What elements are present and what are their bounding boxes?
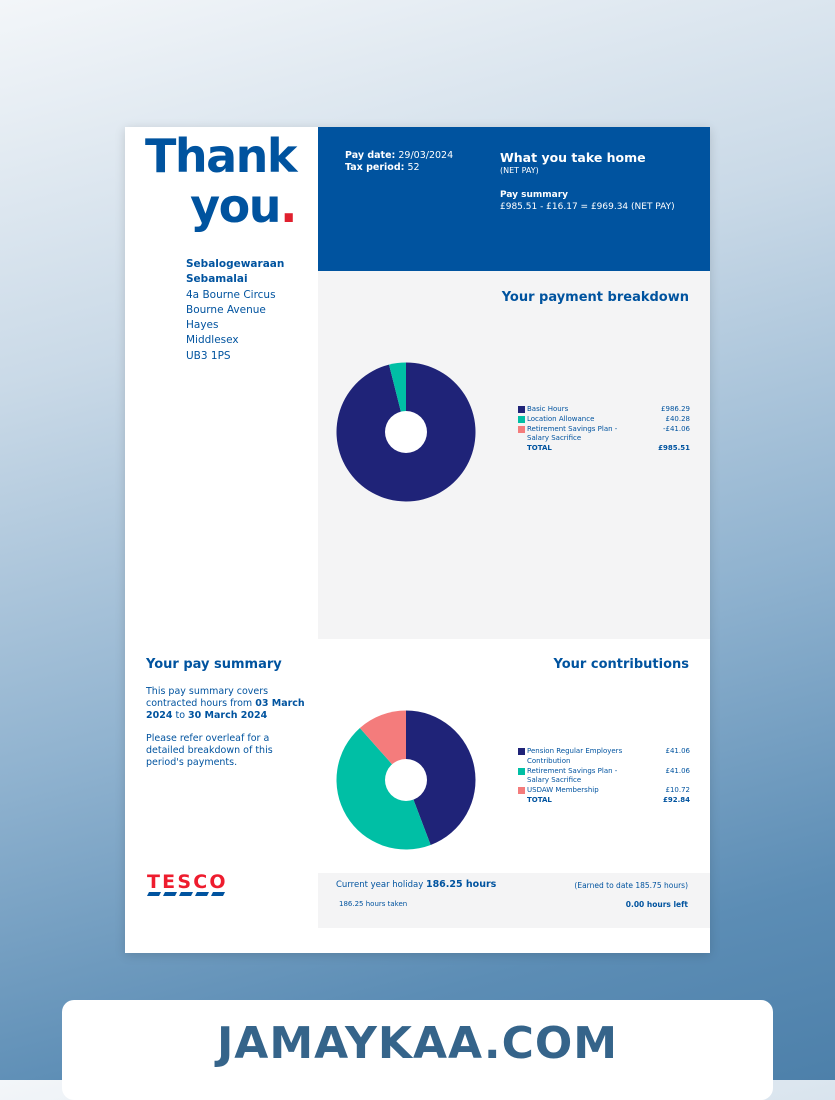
legend-amount: £41.06 (665, 766, 691, 775)
take-home-title: What you take home (500, 150, 646, 165)
holiday-summary-bar: Current year holiday 186.25 hours (Earne… (318, 873, 710, 928)
legend-row: USDAW Membership £10.72 (518, 786, 690, 796)
logo-wordmark: TESCO (147, 871, 226, 893)
legend-label: USDAW Membership (527, 786, 599, 795)
you-text: you (190, 179, 281, 233)
current-holiday-label: Current year holiday (336, 880, 424, 890)
net-pay-header: Pay date: 29/03/2024 Tax period: 52 What… (318, 127, 710, 271)
legend-total-row: TOTAL £92.84 (518, 796, 690, 806)
legend-amount: £40.28 (665, 414, 691, 423)
address-line: Hayes (186, 319, 219, 332)
tax-period-value: 52 (407, 162, 420, 173)
tesco-logo: TESCO (147, 871, 227, 905)
legend-swatch (518, 748, 525, 755)
holiday-left: 0.00 hours left (625, 900, 688, 909)
take-home-block: What you take home (NET PAY) Pay summary… (500, 150, 675, 213)
pay-summary-heading: Your pay summary (146, 657, 282, 672)
legend-total-amount: £985.51 (658, 444, 690, 453)
watermark-banner: JAMAYKAA.COM (62, 1000, 773, 1100)
payslip-document: Thank you. Sebalogewaraan Sebamalai 4a B… (125, 127, 710, 953)
legend-amount: £41.06 (665, 747, 691, 755)
contributions-legend: Pension Regular Employers Contribution £… (518, 747, 690, 806)
pay-summary-calc: £985.51 - £16.17 = £969.34 (NET PAY) (500, 202, 675, 212)
legend-row: Retirement Savings Plan - Salary Sacrifi… (518, 425, 690, 445)
donut-hole (385, 759, 427, 801)
payment-breakdown-legend: Basic Hours £986.29 Location Allowance £… (518, 405, 690, 454)
employee-name-first: Sebalogewaraan (186, 258, 285, 270)
address-line: 4a Bourne Circus (186, 288, 276, 301)
legend-row: Basic Hours £986.29 (518, 405, 690, 415)
legend-row: Location Allowance £40.28 (518, 415, 690, 425)
legend-swatch (518, 406, 525, 413)
thank-word: Thank (144, 129, 298, 183)
current-holiday-value: 186.25 hours (425, 879, 497, 890)
legend-row: Pension Regular Employers Contribution £… (518, 747, 690, 767)
logo-stripes (147, 892, 225, 896)
legend-amount: -£41.06 (662, 424, 690, 433)
legend-amount: £10.72 (665, 786, 691, 795)
pay-summary-period-text: This pay summary covers contracted hours… (146, 686, 306, 722)
summary-text-a: This pay summary covers contracted hours… (146, 686, 269, 709)
legend-label: Pension Regular Employers Contribution (527, 747, 623, 765)
legend-label: Retirement Savings Plan - Salary Sacrifi… (527, 424, 618, 443)
employee-address: Sebalogewaraan Sebamalai 4a Bourne Circu… (186, 257, 284, 364)
address-line: Bourne Avenue (186, 303, 266, 316)
tax-period-label: Tax period: (345, 162, 405, 173)
contributions-title: Your contributions (553, 657, 689, 672)
payment-breakdown-title: Your payment breakdown (501, 290, 689, 305)
holiday-earned: (Earned to date 185.75 hours) (574, 881, 688, 890)
legend-total-amount: £92.84 (662, 795, 690, 804)
summary-text-c: to (172, 710, 189, 721)
address-postcode: UB3 1PS (186, 349, 231, 362)
legend-amount: £986.29 (661, 405, 690, 413)
legend-swatch (518, 425, 525, 433)
contributions-donut (336, 710, 476, 850)
donut-hole (385, 411, 427, 453)
legend-total-label: TOTAL (527, 795, 552, 804)
take-home-subtitle: (NET PAY) (500, 166, 539, 175)
red-dot: . (280, 179, 297, 233)
thank-you-heading: Thank you. (144, 129, 298, 233)
pay-summary-note: Please refer overleaf for a detailed bre… (146, 733, 273, 768)
legend-swatch (518, 767, 525, 775)
summary-end-date: 30 March 2024 (188, 710, 268, 721)
legend-swatch (518, 787, 525, 795)
legend-swatch (518, 415, 525, 423)
legend-label: Basic Hours (527, 405, 569, 413)
legend-total-row: TOTAL £985.51 (518, 444, 690, 454)
legend-row: Retirement Savings Plan - Salary Sacrifi… (518, 767, 690, 787)
employee-name-last: Sebamalai (186, 273, 248, 286)
current-holiday: Current year holiday 186.25 hours (336, 879, 496, 890)
pay-date-block: Pay date: 29/03/2024 Tax period: 52 (345, 150, 453, 174)
you-word: you. (145, 179, 297, 233)
address-line: Middlesex (186, 334, 239, 347)
payment-breakdown-donut (336, 362, 476, 502)
watermark-text: JAMAYKAA.COM (216, 1018, 619, 1069)
legend-label: Retirement Savings Plan - Salary Sacrifi… (527, 766, 618, 785)
holiday-taken: 186.25 hours taken (339, 900, 408, 908)
legend-label: Location Allowance (527, 414, 595, 423)
legend-total-label: TOTAL (527, 444, 552, 453)
pay-summary-title: Pay summary (500, 190, 569, 200)
pay-date-label: Pay date: (345, 150, 396, 161)
pay-date-value: 29/03/2024 (398, 150, 454, 161)
